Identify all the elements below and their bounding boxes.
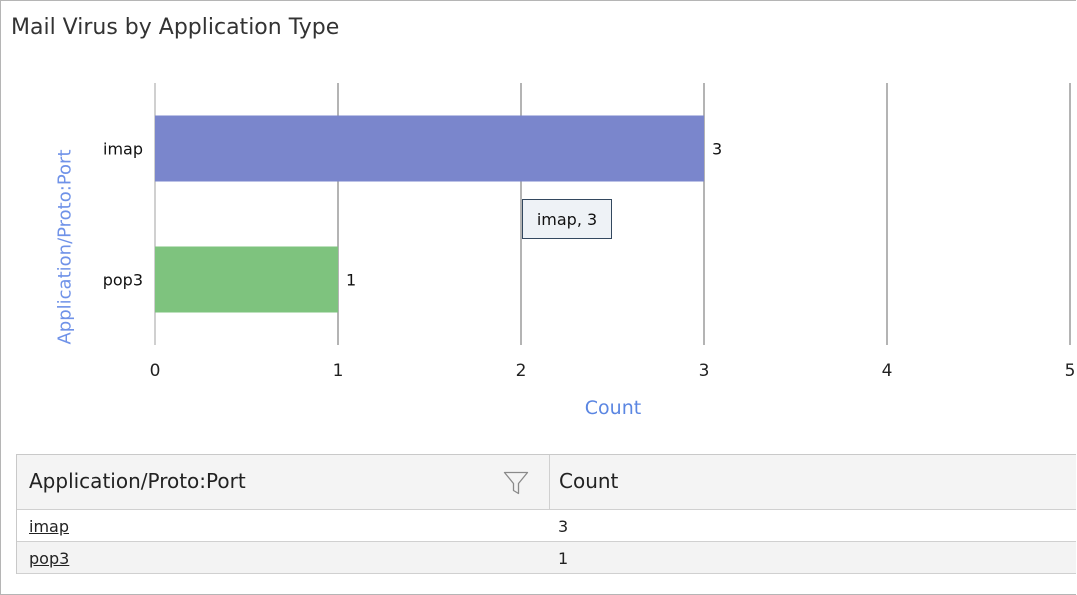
x-tick-label: 2 [516, 361, 527, 381]
table-row: imap 3 [17, 510, 1076, 542]
bar-pop3[interactable] [155, 246, 338, 313]
x-tick-label: 4 [882, 361, 893, 381]
table-header: Application/Proto:Port Count [17, 455, 1076, 510]
x-tick-label: 3 [699, 361, 710, 381]
x-tick-label: 0 [150, 361, 161, 381]
y-axis-label: Application/Proto:Port [54, 149, 76, 345]
y-tick-label: pop3 [103, 271, 143, 290]
table-cell-application-link[interactable]: pop3 [29, 549, 69, 568]
column-header-count[interactable]: Count [550, 455, 1076, 509]
table-cell-count: 1 [558, 549, 569, 568]
x-axis-label: Count [584, 397, 642, 419]
x-tick-label: 5 [1065, 361, 1076, 381]
data-table: Application/Proto:Port Count imap 3 pop3… [16, 454, 1076, 574]
table-cell-count: 3 [558, 517, 569, 536]
chart-tooltip: imap, 3 [522, 199, 612, 239]
x-tick-label: 1 [333, 361, 344, 381]
report-panel: Mail Virus by Application Type 31 012345… [0, 0, 1076, 595]
chart-bars: 31 [155, 115, 722, 313]
table-row: pop3 1 [17, 542, 1076, 574]
column-header-count-label: Count [559, 469, 619, 493]
filter-icon[interactable] [503, 471, 529, 495]
bar-imap[interactable] [155, 115, 704, 182]
y-tick-label: imap [103, 140, 143, 159]
data-label: 3 [712, 140, 722, 159]
column-header-application[interactable]: Application/Proto:Port [17, 455, 550, 509]
data-label: 1 [346, 271, 356, 290]
column-header-application-label: Application/Proto:Port [29, 469, 246, 493]
table-cell-application-link[interactable]: imap [29, 517, 69, 536]
